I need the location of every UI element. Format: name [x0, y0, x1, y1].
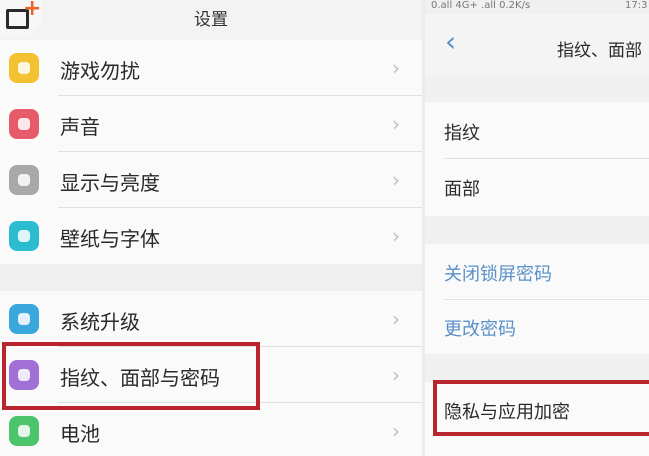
password-group: 关闭锁屏密码 更改密码: [425, 244, 649, 354]
nav-bar: ‹ 指纹、面部: [425, 14, 649, 76]
chevron-right-icon: ›: [392, 419, 400, 443]
chevron-right-icon: ›: [392, 56, 400, 80]
fingerprint-label: 指纹: [444, 123, 480, 144]
display-icon: [9, 165, 39, 195]
settings-item-wallpaper[interactable]: 壁纸与字体 ›: [0, 208, 422, 264]
chevron-right-icon: ›: [392, 112, 400, 136]
system-update-icon: [9, 304, 39, 334]
highlight-box: [2, 342, 260, 410]
chevron-right-icon: ›: [392, 224, 400, 248]
settings-panel: + 设置 游戏勿扰 › 声音 › 显示与亮度 › 壁纸与字体 › 系统升级 › …: [0, 0, 422, 456]
biometric-group: 指纹 面部: [425, 102, 649, 216]
face-item[interactable]: 面部: [425, 159, 649, 215]
settings-item-label: 显示与亮度: [60, 171, 160, 195]
chevron-right-icon: ›: [392, 168, 400, 192]
settings-item-system-update[interactable]: 系统升级 ›: [0, 291, 422, 347]
highlight-box: [433, 380, 649, 436]
settings-item-label: 电池: [60, 422, 100, 446]
wallpaper-icon: [9, 221, 39, 251]
back-arrow-icon[interactable]: ‹: [445, 28, 456, 56]
page-title: 设置: [194, 10, 228, 30]
face-label: 面部: [444, 179, 480, 200]
page-title: 指纹、面部: [557, 41, 642, 61]
fingerprint-item[interactable]: 指纹: [425, 103, 649, 159]
settings-item-label: 系统升级: [60, 310, 140, 334]
change-password-item[interactable]: 更改密码: [425, 299, 649, 355]
settings-group-1: 游戏勿扰 › 声音 › 显示与亮度 › 壁纸与字体 ›: [0, 40, 422, 264]
settings-item-battery[interactable]: 电池 ›: [0, 403, 422, 456]
status-bar: 0.all 4G+ .all 0.2K/s 17:3: [425, 0, 649, 14]
settings-item-label: 游戏勿扰: [60, 59, 140, 83]
game-icon: [9, 53, 39, 83]
chevron-right-icon: ›: [392, 307, 400, 331]
battery-icon: [9, 416, 39, 446]
settings-item-display[interactable]: 显示与亮度 ›: [0, 152, 422, 208]
chevron-right-icon: ›: [392, 363, 400, 387]
sound-icon: [9, 109, 39, 139]
settings-item-label: 壁纸与字体: [60, 227, 160, 251]
clock: 17:3: [625, 0, 648, 11]
settings-item-sound[interactable]: 声音 ›: [0, 96, 422, 152]
settings-item-label: 声音: [60, 115, 100, 139]
settings-item-game-dnd[interactable]: 游戏勿扰 ›: [0, 40, 422, 96]
disable-lock-password-label: 关闭锁屏密码: [444, 264, 552, 285]
change-password-label: 更改密码: [444, 319, 516, 340]
disable-lock-password-item[interactable]: 关闭锁屏密码: [425, 244, 649, 300]
settings-header: + 设置: [0, 0, 422, 40]
signal-status: 0.all 4G+ .all 0.2K/s: [431, 0, 531, 11]
